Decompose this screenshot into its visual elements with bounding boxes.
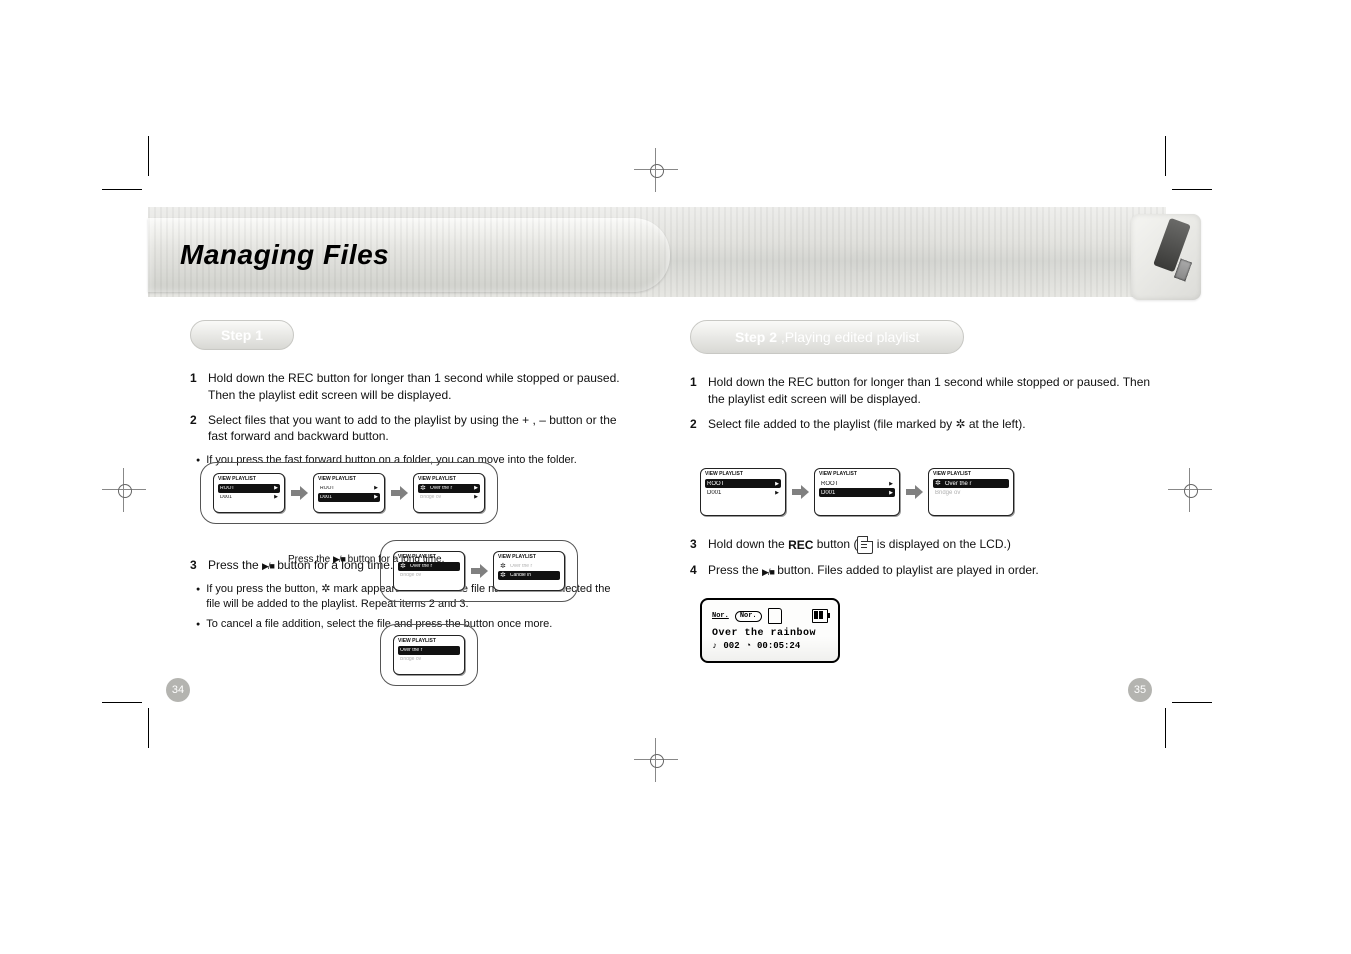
crop-mark <box>148 708 149 748</box>
left-note-3-text: To cancel a file addition, select the fi… <box>206 617 552 632</box>
right-step-3: 3 Hold down the REC button ( is displaye… <box>690 536 1160 554</box>
device-icon <box>1131 214 1201 300</box>
right-step-3-text: Hold down the REC button ( is displayed … <box>708 536 1160 554</box>
registration-mark <box>644 158 668 182</box>
arrow-right-icon <box>792 484 808 500</box>
lcd-screen: VIEW PLAYLIST Over the r Bridge ov <box>928 468 1014 516</box>
step1-label: Step 1 <box>190 320 294 350</box>
left-step-1-text: Hold down the REC button for longer than… <box>208 370 620 404</box>
crop-mark <box>102 189 142 190</box>
lcd-screen: VIEW PLAYLIST Over the r Bridge ov <box>413 473 485 513</box>
crop-mark <box>148 136 149 176</box>
play-stop-icon <box>762 563 774 580</box>
arrow-right-icon <box>906 484 922 500</box>
right-step-2: 2 Select file added to the playlist (fil… <box>690 416 1160 433</box>
btn-caption: Press the button for a long time. <box>288 554 444 565</box>
step-number: 2 <box>690 416 708 433</box>
page-title: Managing Files <box>148 218 670 292</box>
page-icon <box>857 536 873 554</box>
right-column: Step 2 ,Playing edited playlist 1 Hold d… <box>690 320 1160 588</box>
page-number-right: 35 <box>1128 678 1152 702</box>
right-step-4: 4 Press the button. Files added to playl… <box>690 562 1160 579</box>
crop-mark <box>1172 189 1212 190</box>
right-step-1: 1 Hold down the REC button for longer th… <box>690 374 1160 408</box>
left-step-1: 1 Hold down the REC button for longer th… <box>190 370 620 404</box>
player-track-title: Over the rainbow <box>712 628 828 639</box>
crop-mark <box>1165 136 1166 176</box>
player-time: 00:05:24 <box>757 641 800 651</box>
lcd-sequence-1: VIEW PLAYLIST ROOT D001 VIEW PLAYLIST RO… <box>200 462 498 524</box>
arrow-right-icon <box>291 485 307 501</box>
lcd-sequence-3: VIEW PLAYLIST Over the r Bridge ov <box>380 624 478 686</box>
battery-icon <box>812 609 828 623</box>
step-number: 2 <box>190 412 208 446</box>
lcd-screen: VIEW PLAYLIST ROOT D001 <box>213 473 285 513</box>
step2-label-bold: Step 2 <box>735 329 781 345</box>
crop-mark <box>1172 702 1212 703</box>
lcd-sequence-2: VIEW PLAYLIST Over the r Bridge ov VIEW … <box>380 540 578 602</box>
right-step-4-text: Press the button. Files added to playlis… <box>708 562 1160 579</box>
lcd-screen: VIEW PLAYLIST ROOT D001 <box>313 473 385 513</box>
left-step-2: 2 Select files that you want to add to t… <box>190 412 620 446</box>
play-stop-icon <box>262 557 274 574</box>
lcd-screen: VIEW PLAYLIST ROOT D001 <box>814 468 900 516</box>
rec-icon: REC <box>788 537 813 554</box>
nor-indicator: Nor. <box>712 613 729 620</box>
registration-mark <box>1178 478 1202 502</box>
registration-mark <box>112 478 136 502</box>
nor-indicator: Nor. <box>735 611 762 622</box>
player-track-index: 002 <box>723 641 739 651</box>
arrow-right-icon <box>391 485 407 501</box>
crop-mark <box>102 702 142 703</box>
step-number: 1 <box>690 374 708 408</box>
right-step-2-text: Select file added to the playlist (file … <box>708 416 1160 433</box>
text-fragment: Press the <box>208 558 262 572</box>
arrow-right-icon <box>471 563 487 579</box>
player-lcd: Nor. Nor. Over the rainbow 002 00:05:24 <box>700 598 840 663</box>
play-stop-icon <box>333 554 345 565</box>
left-step-2-text: Select files that you want to add to the… <box>208 412 620 446</box>
step-number: 4 <box>690 562 708 579</box>
lcd-sequence-right: VIEW PLAYLIST ROOT D001 VIEW PLAYLIST RO… <box>700 468 1014 516</box>
note-icon <box>712 641 717 651</box>
step-number: 3 <box>690 536 708 554</box>
step-number: 3 <box>190 557 208 574</box>
lcd-screen: VIEW PLAYLIST Over the r Candle in <box>493 551 565 591</box>
clock-icon <box>746 641 751 651</box>
step2-label-rest: ,Playing edited playlist <box>781 329 920 345</box>
registration-mark <box>644 748 668 772</box>
crop-mark <box>1165 708 1166 748</box>
right-step-1-text: Hold down the REC button for longer than… <box>708 374 1160 408</box>
lcd-screen: VIEW PLAYLIST Over the r Bridge ov <box>393 635 465 675</box>
step2-label: Step 2 ,Playing edited playlist <box>690 320 964 354</box>
page-number-left: 34 <box>166 678 190 702</box>
card-icon <box>768 608 782 624</box>
lcd-screen: VIEW PLAYLIST ROOT D001 <box>700 468 786 516</box>
